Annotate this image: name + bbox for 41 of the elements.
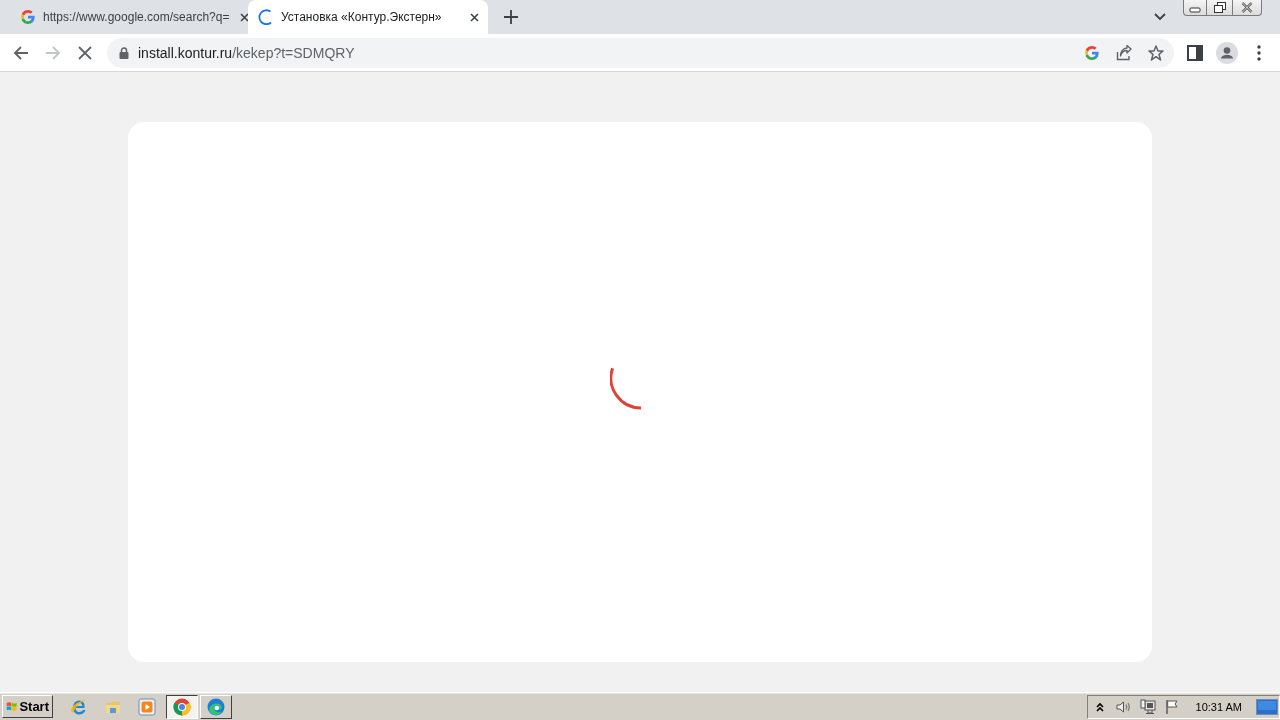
chrome-logo-icon <box>173 697 191 716</box>
kebab-menu-icon <box>1257 44 1261 61</box>
share-icon <box>1116 44 1132 61</box>
taskbar-app-button[interactable] <box>166 694 198 719</box>
close-window-button[interactable] <box>1233 0 1262 16</box>
tab-search-button[interactable] <box>1154 13 1166 21</box>
start-button[interactable]: Start <box>2 695 53 718</box>
url-text: install.kontur.ru/kekep?t=SDMQRY <box>138 44 356 61</box>
network-button[interactable] <box>1139 698 1156 715</box>
clock-time[interactable]: 10:31 AM <box>1195 700 1242 713</box>
close-icon <box>239 12 249 22</box>
volume-button[interactable] <box>1115 698 1132 715</box>
forward-arrow-icon <box>45 44 61 61</box>
network-computer-icon <box>1139 698 1156 715</box>
close-icon <box>1241 2 1253 13</box>
new-tab-button[interactable] <box>504 10 518 24</box>
minimize-button[interactable] <box>1183 0 1207 16</box>
media-player-icon <box>138 697 156 716</box>
flag-icon <box>1163 698 1180 715</box>
chevron-down-icon <box>1154 13 1166 21</box>
restore-button[interactable] <box>1207 0 1233 16</box>
address-bar[interactable]: install.kontur.ru/kekep?t=SDMQRY <box>107 37 1174 68</box>
desktop-monitor-icon <box>1256 698 1278 715</box>
browser-tab[interactable]: https://www.google.com/search?q= <box>8 0 246 34</box>
plus-icon <box>504 10 518 24</box>
person-avatar-icon <box>1216 41 1238 64</box>
back-arrow-icon <box>13 44 29 61</box>
browser-tab[interactable]: Установка «Контур.Экстерн» <box>248 0 488 34</box>
lock-icon <box>119 46 129 59</box>
google-g-icon <box>1084 44 1100 61</box>
show-desktop-button[interactable] <box>1256 698 1278 715</box>
browser-e-icon <box>70 697 88 716</box>
edge-logo-icon <box>207 697 225 716</box>
speaker-icon <box>1115 698 1132 715</box>
star-icon <box>1148 44 1164 61</box>
stop-icon <box>77 44 93 61</box>
windows-logo-icon <box>6 699 18 714</box>
side-panel-icon <box>1187 44 1203 61</box>
action-center-button[interactable] <box>1163 698 1180 715</box>
close-icon <box>469 12 479 22</box>
restore-icon <box>1213 2 1226 13</box>
